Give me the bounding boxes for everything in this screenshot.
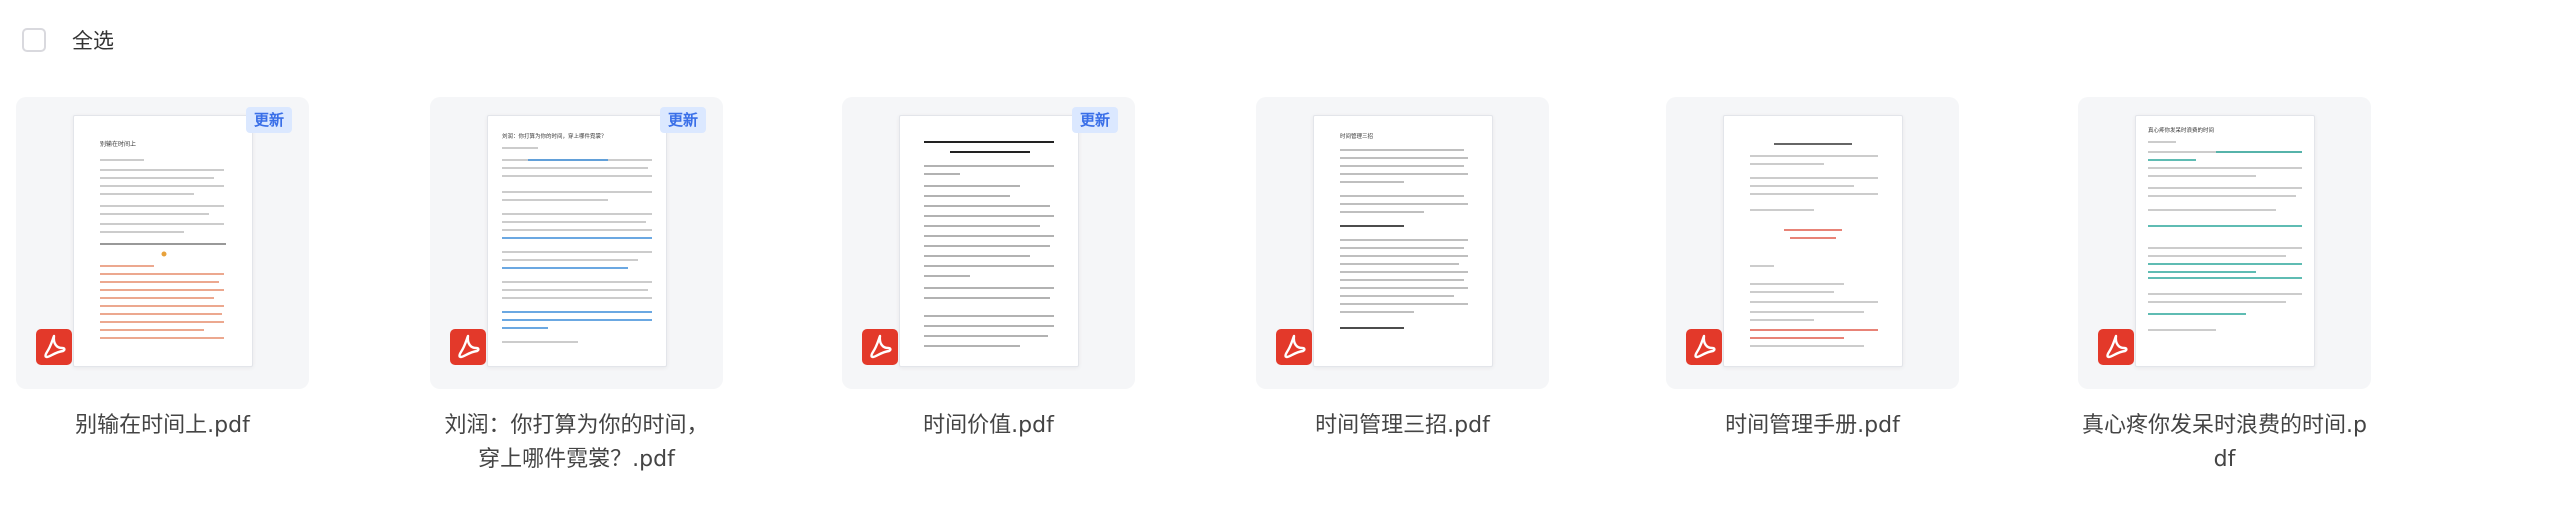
file-grid: 别输在时间上 更新 别输在时间上.pdf 刘润：你打算为你的时间，穿上哪件霓裳？… [16,97,2396,497]
file-thumbnail[interactable] [1666,97,1959,389]
file-name[interactable]: 时间价值.pdf [842,409,1135,443]
file-name[interactable]: 真心疼你发呆时浪费的时间.pdf [2078,409,2371,477]
file-item[interactable]: 更新 时间价值.pdf [842,97,1135,443]
document-preview: 别输在时间上 [73,115,253,367]
file-name[interactable]: 时间管理手册.pdf [1666,409,1959,443]
pdf-icon [1686,329,1722,365]
file-thumbnail[interactable]: 时间管理三招 [1256,97,1549,389]
update-badge: 更新 [246,107,292,133]
preview-title: 真心疼你发呆时浪费的时间 [2148,126,2214,134]
pdf-icon [36,329,72,365]
document-preview [899,115,1079,367]
file-thumbnail[interactable]: 别输在时间上 更新 [16,97,309,389]
pdf-icon [450,329,486,365]
file-item[interactable]: 刘润：你打算为你的时间，穿上哪件霓裳？ 更新 刘润：你打算为你的时间，穿上哪件霓… [430,97,723,477]
pdf-icon [1276,329,1312,365]
checkbox-icon[interactable] [22,28,46,52]
document-preview: 刘润：你打算为你的时间，穿上哪件霓裳？ [487,115,667,367]
file-item[interactable]: 时间管理手册.pdf [1666,97,1959,443]
file-name[interactable]: 时间管理三招.pdf [1256,409,1549,443]
file-item[interactable]: 真心疼你发呆时浪费的时间 真心疼你发呆时浪费的时间.pdf [2078,97,2371,477]
pdf-icon [862,329,898,365]
file-item[interactable]: 别输在时间上 更新 别输在时间上.pdf [16,97,309,443]
document-preview: 真心疼你发呆时浪费的时间 [2135,115,2315,367]
update-badge: 更新 [1072,107,1118,133]
file-name[interactable]: 别输在时间上.pdf [16,409,309,443]
file-thumbnail[interactable]: 真心疼你发呆时浪费的时间 [2078,97,2371,389]
preview-title: 刘润：你打算为你的时间，穿上哪件霓裳？ [502,132,607,140]
document-preview: 时间管理三招 [1313,115,1493,367]
file-name[interactable]: 刘润：你打算为你的时间，穿上哪件霓裳？.pdf [430,409,723,477]
file-thumbnail[interactable]: 更新 [842,97,1135,389]
document-preview [1723,115,1903,367]
file-thumbnail[interactable]: 刘润：你打算为你的时间，穿上哪件霓裳？ 更新 [430,97,723,389]
pdf-icon [2098,329,2134,365]
update-badge: 更新 [660,107,706,133]
select-all[interactable]: 全选 [22,25,114,55]
file-item[interactable]: 时间管理三招 时间管理三招.pdf [1256,97,1549,443]
preview-title: 别输在时间上 [100,140,136,148]
preview-title: 时间管理三招 [1340,132,1374,140]
select-all-label: 全选 [72,29,114,53]
